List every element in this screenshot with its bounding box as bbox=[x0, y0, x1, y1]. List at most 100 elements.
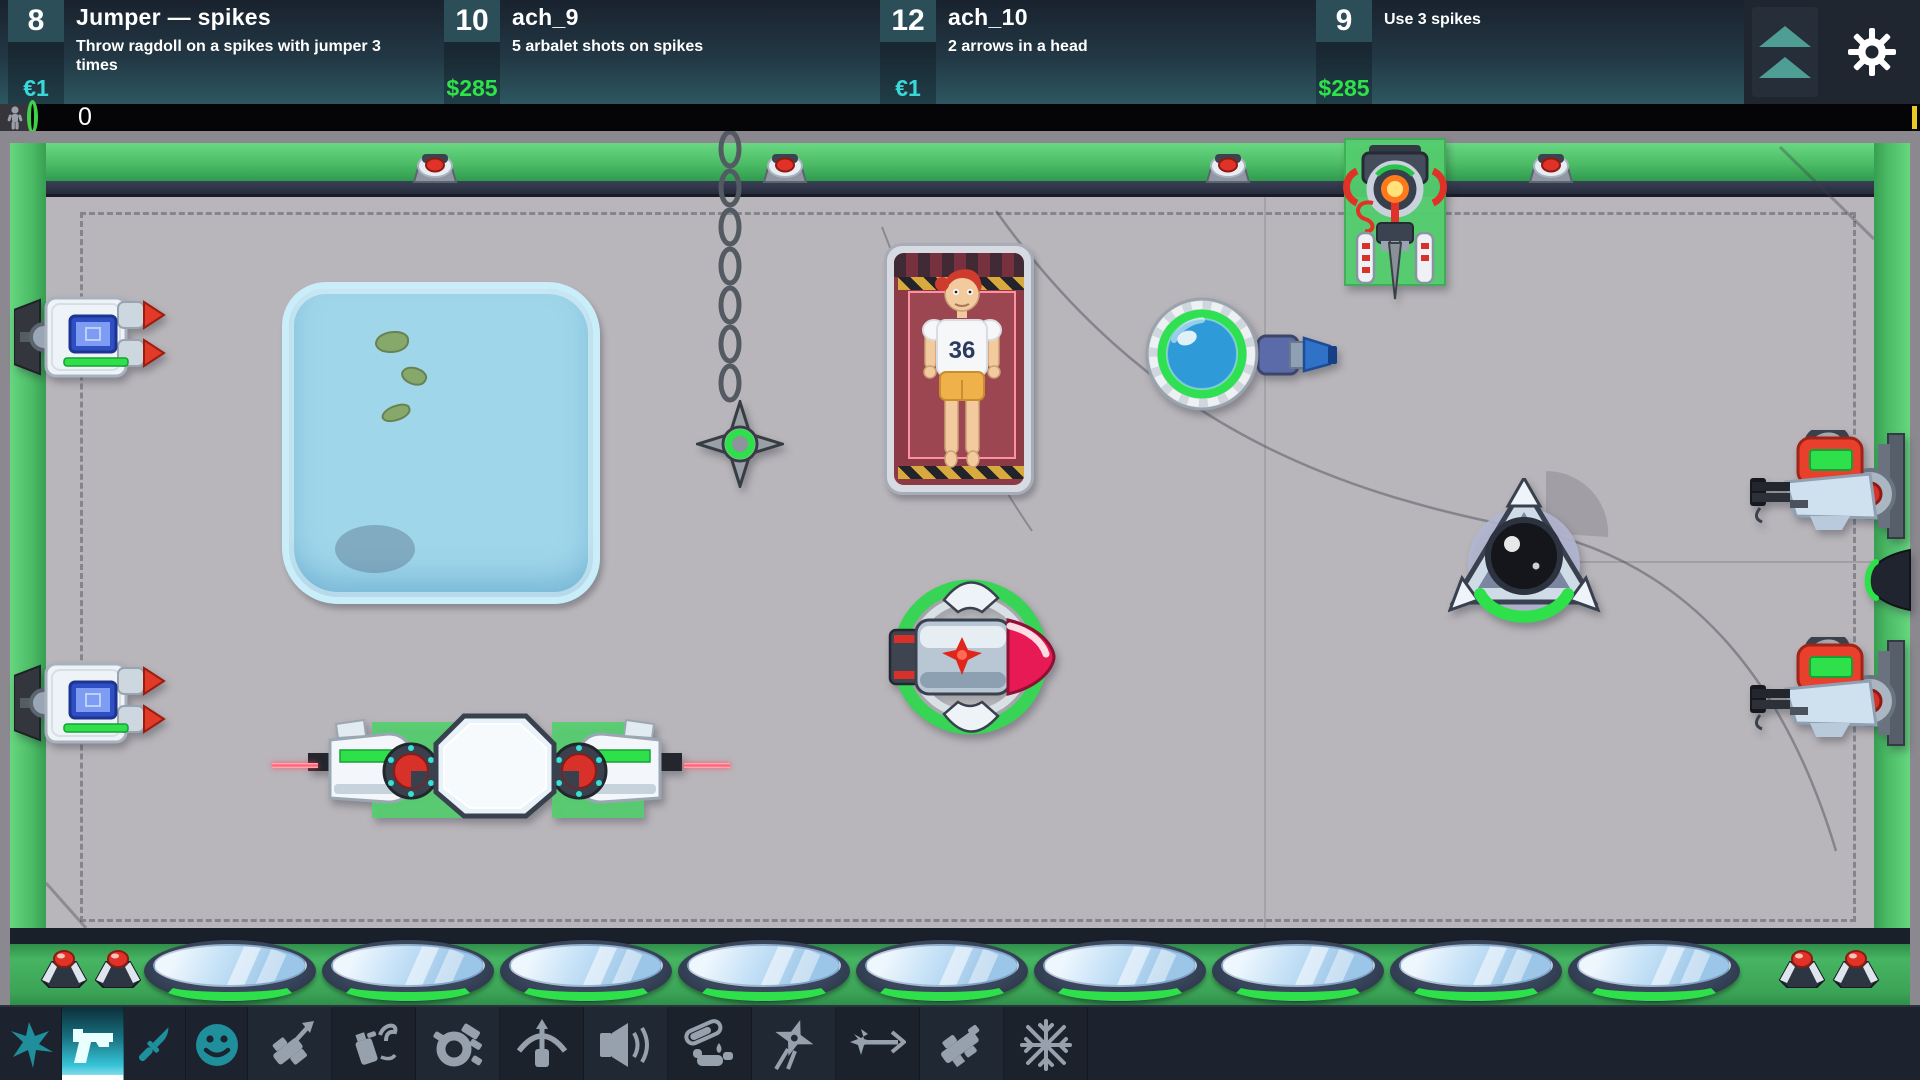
quest-number: 10 bbox=[444, 0, 500, 42]
quest-description: 5 arbalet shots on spikes bbox=[512, 37, 703, 56]
laser-cutter[interactable] bbox=[260, 710, 740, 822]
shuriken-icon bbox=[768, 1019, 820, 1071]
corner-button[interactable] bbox=[94, 946, 142, 988]
corner-button[interactable] bbox=[1778, 946, 1826, 988]
tool-sonic-gun[interactable] bbox=[584, 1007, 668, 1080]
quest-text: ach_10 2 arrows in a head bbox=[936, 0, 1088, 104]
quest-reward-3: $285 bbox=[1316, 75, 1372, 102]
star-burst-icon bbox=[9, 1022, 53, 1068]
plate-glow bbox=[872, 971, 1012, 1001]
gear-icon bbox=[1846, 26, 1898, 78]
smiley-icon bbox=[194, 1022, 240, 1068]
hit-counter-value: 0 bbox=[78, 104, 92, 131]
water-pool[interactable] bbox=[282, 282, 600, 604]
topbar-right bbox=[1744, 0, 1920, 104]
knife-icon bbox=[131, 1021, 179, 1069]
tool-smiley[interactable] bbox=[186, 1007, 248, 1080]
rocket-pod[interactable] bbox=[14, 296, 166, 378]
hit-counter-bar: 0 bbox=[0, 104, 1920, 131]
spray-gun-icon bbox=[348, 1019, 400, 1071]
collapse-quests-button[interactable] bbox=[1752, 7, 1818, 97]
tool-dart-gun[interactable] bbox=[248, 1007, 332, 1080]
quest-badge-col: 8 €1 bbox=[8, 0, 64, 104]
ceiling-sprinkler[interactable] bbox=[1528, 148, 1574, 184]
turret-joint bbox=[384, 744, 438, 798]
quest-card-3[interactable]: 12 €1 ach_10 2 arrows in a head bbox=[872, 0, 1308, 104]
laser-beam bbox=[272, 763, 318, 768]
toolbar: $7185 bbox=[0, 1005, 1920, 1080]
game-root: 8 €1 Jumper — spikes Throw ragdoll on a … bbox=[0, 0, 1920, 1080]
wall-orb[interactable] bbox=[1862, 548, 1912, 612]
quest-badge-col: 10 $285 bbox=[444, 0, 500, 104]
tool-saw-launcher[interactable] bbox=[416, 1007, 500, 1080]
settings-button[interactable] bbox=[1846, 26, 1898, 78]
trampoline-plate[interactable] bbox=[678, 940, 850, 1002]
crossbow-icon bbox=[515, 1019, 569, 1071]
arena-wall-shadow bbox=[10, 181, 1910, 197]
pool-debris bbox=[379, 401, 412, 424]
chain[interactable] bbox=[715, 131, 745, 417]
ceiling-sprinkler[interactable] bbox=[762, 148, 808, 184]
plate-glow bbox=[694, 971, 834, 1001]
quest-reward-0: €1 bbox=[8, 75, 64, 102]
trampoline-plate[interactable] bbox=[144, 940, 316, 1002]
trampoline-plate[interactable] bbox=[1568, 940, 1740, 1002]
plate-glow bbox=[160, 971, 300, 1001]
tool-star-burst[interactable] bbox=[0, 1007, 62, 1080]
minigun[interactable] bbox=[1750, 430, 1910, 542]
quest-card-2[interactable]: 10 $285 ach_9 5 arbalet shots on spikes bbox=[436, 0, 872, 104]
corner-button[interactable] bbox=[40, 946, 88, 988]
plate-glow bbox=[1584, 971, 1724, 1001]
tool-harpoon[interactable] bbox=[836, 1007, 920, 1080]
ragdoll-number: 36 bbox=[949, 337, 976, 364]
tool-acid-flask[interactable] bbox=[668, 1007, 752, 1080]
arena-wall-left bbox=[10, 143, 46, 928]
tool-rocket-launcher[interactable] bbox=[920, 1007, 1004, 1080]
ragdoll-bay[interactable]: 36 bbox=[884, 243, 1034, 495]
chain-mace-head[interactable] bbox=[696, 400, 784, 488]
tool-shuriken[interactable] bbox=[752, 1007, 836, 1080]
tool-handgun[interactable] bbox=[62, 1007, 124, 1080]
ceiling-sprinkler[interactable] bbox=[412, 148, 458, 184]
saw-launcher-icon bbox=[432, 1019, 484, 1071]
quest-text: ach_9 5 arbalet shots on spikes bbox=[500, 0, 703, 104]
tool-snowflake[interactable] bbox=[1004, 1007, 1088, 1080]
sonic-gun-icon bbox=[598, 1019, 654, 1071]
spike-driver[interactable] bbox=[1343, 137, 1447, 305]
tool-knife[interactable] bbox=[124, 1007, 186, 1080]
quest-card-1[interactable]: 8 €1 Jumper — spikes Throw ragdoll on a … bbox=[0, 0, 436, 104]
quest-number: 8 bbox=[8, 0, 64, 42]
quest-number: 12 bbox=[880, 0, 936, 42]
quest-reward-2: €1 bbox=[880, 75, 936, 102]
quest-description: Use 3 spikes bbox=[1384, 10, 1481, 29]
minigun[interactable] bbox=[1750, 637, 1910, 749]
trampoline-plate[interactable] bbox=[1390, 940, 1562, 1002]
ragdoll-person-icon bbox=[0, 104, 30, 131]
quest-title: ach_10 bbox=[948, 4, 1088, 31]
quest-number: 9 bbox=[1316, 0, 1372, 42]
plate-glow bbox=[338, 971, 478, 1001]
pool-debris bbox=[375, 331, 409, 353]
trampoline-plate[interactable] bbox=[500, 940, 672, 1002]
tool-spray-gun[interactable] bbox=[332, 1007, 416, 1080]
corner-button[interactable] bbox=[1832, 946, 1880, 988]
rocket[interactable] bbox=[884, 574, 1056, 740]
plate-glow bbox=[516, 971, 656, 1001]
bubble-cannon[interactable] bbox=[1140, 296, 1340, 418]
ceiling-sprinkler[interactable] bbox=[1205, 148, 1251, 184]
rocket-pod[interactable] bbox=[14, 662, 166, 744]
pool-debris bbox=[398, 362, 429, 389]
selected-indicator bbox=[62, 1075, 123, 1080]
orb-mine[interactable] bbox=[1448, 478, 1608, 628]
trampoline-plate[interactable] bbox=[322, 940, 494, 1002]
tool-crossbow[interactable] bbox=[500, 1007, 584, 1080]
trampoline-plate[interactable] bbox=[856, 940, 1028, 1002]
quest-title: Jumper — spikes bbox=[76, 4, 406, 31]
quest-text: Use 3 spikes bbox=[1372, 0, 1481, 104]
trampoline-plate[interactable] bbox=[1034, 940, 1206, 1002]
quest-bar: 8 €1 Jumper — spikes Throw ragdoll on a … bbox=[0, 0, 1920, 104]
ragdoll[interactable]: 36 bbox=[907, 262, 1017, 470]
trampoline-plate[interactable] bbox=[1212, 940, 1384, 1002]
quest-card-4[interactable]: 9 $285 Use 3 spikes bbox=[1308, 0, 1744, 104]
quest-description: Throw ragdoll on a spikes with jumper 3 … bbox=[76, 37, 406, 75]
